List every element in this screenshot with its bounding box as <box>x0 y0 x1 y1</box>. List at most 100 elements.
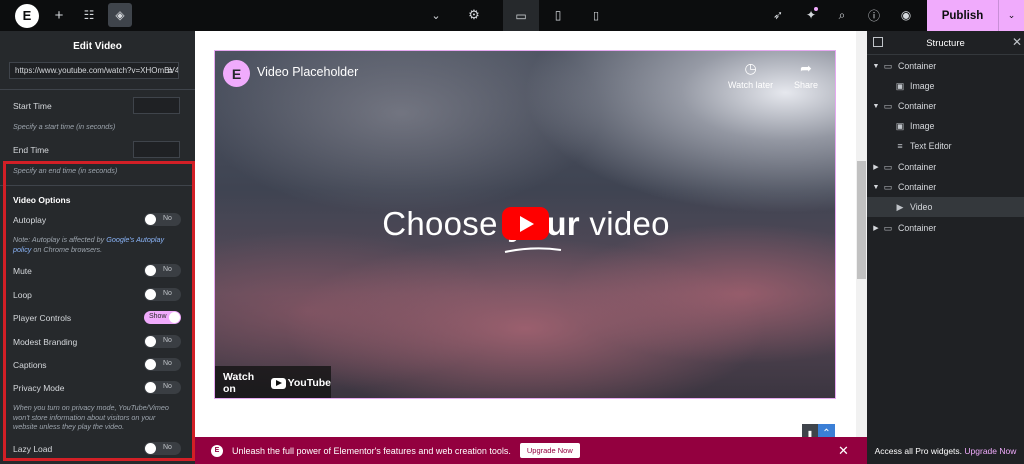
gear-icon[interactable]: ⚙ <box>461 2 487 28</box>
expand-chevron-icon[interactable]: ▼ <box>871 103 881 110</box>
captions-label: Captions <box>13 360 47 370</box>
rocket-icon[interactable]: ➶ <box>765 2 791 28</box>
captions-toggle[interactable]: No <box>144 358 181 371</box>
text-editor-icon: ≡ <box>897 141 903 151</box>
scrollbar-thumb[interactable] <box>857 161 866 279</box>
dynamic-tags-icon[interactable]: ≡ <box>164 64 176 77</box>
close-icon[interactable]: ✕ <box>1012 35 1022 49</box>
structure-item-container[interactable]: ▼ ▭ Container <box>867 96 1024 116</box>
youtube-logo: YouTube <box>270 377 331 389</box>
video-options-title: Video Options <box>13 195 71 205</box>
structure-title: Structure <box>926 38 965 49</box>
expand-chevron-icon[interactable]: ▼ <box>871 63 881 70</box>
play-button[interactable] <box>502 207 549 240</box>
video-url-input[interactable]: https://www.youtube.com/watch?v=XHOmBV4j… <box>9 62 179 79</box>
structure-item-image[interactable]: ▣ Image <box>867 116 1024 136</box>
notification-icon[interactable]: ✦ <box>798 2 824 28</box>
divider <box>0 89 195 90</box>
autoplay-toggle[interactable]: No <box>144 213 181 226</box>
structure-item-label: Container <box>898 223 937 233</box>
clock-icon: ◷ <box>744 60 757 76</box>
structure-item-container[interactable]: ▼ ▭ Container <box>867 56 1024 76</box>
desktop-icon[interactable]: ▭ <box>503 0 539 31</box>
privacy-mode-note: When you turn on privacy mode, YouTube/V… <box>13 403 169 431</box>
container-icon: ▭ <box>883 161 893 172</box>
lazy-load-toggle[interactable]: No <box>144 442 181 455</box>
video-player[interactable]: E Video Placeholder ◷ Watch later ➦ Shar… <box>214 50 836 399</box>
watch-on-youtube-button[interactable]: Watch on YouTube <box>215 366 331 398</box>
end-time-label: End Time <box>13 145 49 155</box>
structure-item-video[interactable]: ▶ Video <box>867 197 1024 217</box>
lazy-load-label: Lazy Load <box>13 444 53 454</box>
chevron-down-icon[interactable]: ⌄ <box>423 2 449 28</box>
video-icon: ▶ <box>896 201 904 212</box>
structure-item-container[interactable]: ▶ ▭ Container <box>867 218 1024 238</box>
structure-item-label: Container <box>898 61 937 71</box>
mobile-icon[interactable]: ▯ <box>583 2 609 28</box>
share-button[interactable]: ➦ Share <box>794 60 818 90</box>
layers-icon[interactable]: ◈ <box>108 3 132 27</box>
image-icon: ▣ <box>895 80 905 91</box>
container-icon: ▭ <box>883 60 893 71</box>
expand-chevron-icon[interactable]: ▶ <box>871 224 881 232</box>
modest-branding-label: Modest Branding <box>13 337 78 347</box>
structure-panel: Structure ✕ ▼ ▭ Container ▣ Image ▼ ▭ Container… <box>867 31 1024 464</box>
privacy-mode-toggle[interactable]: No <box>144 381 181 394</box>
help-icon[interactable]: ⓘ <box>861 2 887 28</box>
eye-icon[interactable]: ◉ <box>893 2 919 28</box>
upgrade-now-link[interactable]: Upgrade Now <box>964 446 1016 456</box>
upgrade-now-button[interactable]: Upgrade Now <box>519 443 580 458</box>
edit-panel: Edit Video https://www.youtube.com/watch… <box>0 31 195 464</box>
structure-item-container[interactable]: ▼ ▭ Container <box>867 177 1024 197</box>
mute-label: Mute <box>13 266 32 276</box>
container-icon: ▭ <box>883 181 893 192</box>
structure-item-label: Video <box>910 202 933 212</box>
end-time-input[interactable] <box>133 141 180 158</box>
channel-logo: E <box>223 60 250 87</box>
video-url-value: https://www.youtube.com/watch?v=XHOmBV4j… <box>15 66 179 75</box>
plus-icon[interactable]: + <box>46 2 72 28</box>
tablet-icon[interactable]: ▯ <box>545 2 571 28</box>
structure-item-image[interactable]: ▣ Image <box>867 76 1024 96</box>
publish-options-chevron-icon[interactable]: ⌄ <box>998 0 1024 31</box>
close-icon[interactable]: ✕ <box>838 443 849 459</box>
autoplay-note: Note: Autoplay is affected by Google's A… <box>13 235 165 254</box>
structure-item-label: Container <box>898 162 937 172</box>
structure-item-label: Image <box>910 81 935 91</box>
elementor-badge-icon: E <box>211 444 223 457</box>
player-controls-label: Player Controls <box>13 313 72 323</box>
structure-item-text-editor[interactable]: ≡ Text Editor <box>867 136 1024 156</box>
mute-toggle[interactable]: No <box>144 264 181 277</box>
structure-item-label: Image <box>910 121 935 131</box>
top-bar: E + ☷ ◈ ⌄ ⚙ ▭ ▯ ▯ ➶ ✦ ⌕ ⓘ ◉ Publish ⌄ <box>0 0 1024 31</box>
search-icon[interactable]: ⌕ <box>829 2 855 28</box>
canvas-scrollbar[interactable] <box>856 31 867 437</box>
end-time-note: Specify an end time (in seconds) <box>13 166 118 175</box>
player-controls-toggle[interactable]: Show <box>144 311 181 324</box>
promo-bar: E Unleash the full power of Elementor's … <box>195 437 867 464</box>
modest-branding-toggle[interactable]: No <box>144 335 181 348</box>
video-title[interactable]: Video Placeholder <box>257 65 358 79</box>
autoplay-label: Autoplay <box>13 215 47 225</box>
container-icon: ▭ <box>883 100 893 111</box>
structure-item-container[interactable]: ▶ ▭ Container <box>867 157 1024 177</box>
start-time-note: Specify a start time (in seconds) <box>13 122 116 131</box>
privacy-mode-label: Privacy Mode <box>13 383 65 393</box>
loop-toggle[interactable]: No <box>144 288 181 301</box>
share-icon: ➦ <box>800 60 812 76</box>
structure-item-label: Container <box>898 182 937 192</box>
youtube-play-icon <box>270 377 286 389</box>
structure-item-label: Container <box>898 101 937 111</box>
start-time-input[interactable] <box>133 97 180 114</box>
container-icon: ▭ <box>883 222 893 233</box>
loop-label: Loop <box>13 290 32 300</box>
publish-button[interactable]: Publish <box>927 0 998 31</box>
elementor-logo[interactable]: E <box>15 3 39 28</box>
panel-title: Edit Video <box>73 40 122 52</box>
expand-chevron-icon[interactable]: ▼ <box>871 184 881 191</box>
expand-chevron-icon[interactable]: ▶ <box>871 163 881 171</box>
start-time-label: Start Time <box>13 101 52 111</box>
watch-later-button[interactable]: ◷ Watch later <box>728 60 773 90</box>
structure-item-label: Text Editor <box>910 141 952 151</box>
sliders-icon[interactable]: ☷ <box>76 2 102 28</box>
